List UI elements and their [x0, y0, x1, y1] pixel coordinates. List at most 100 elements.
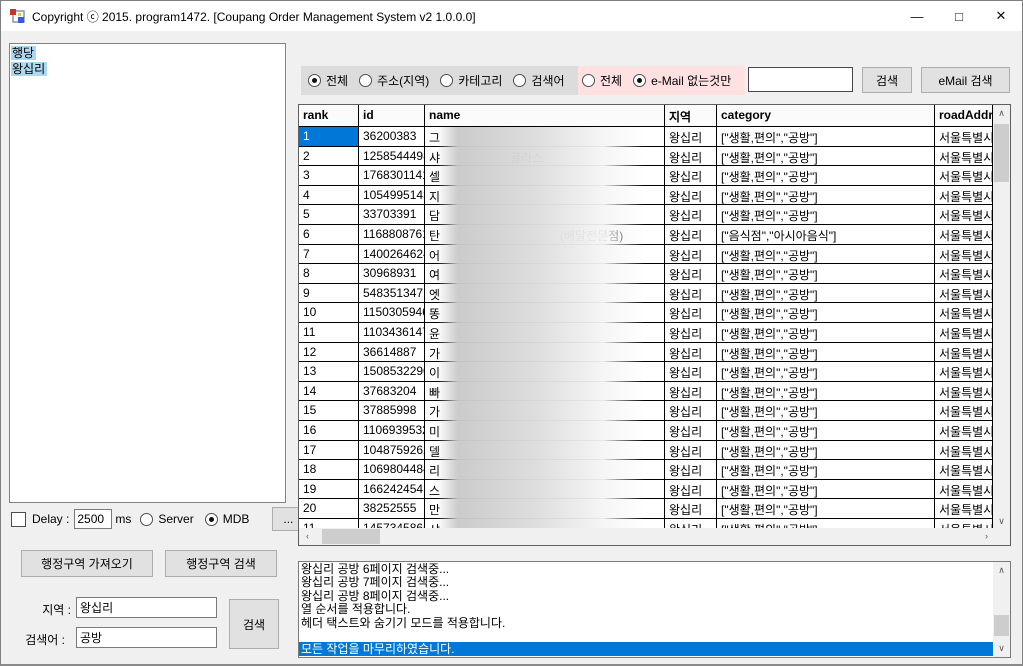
cell[interactable]: ["생활,편의","공방"]: [717, 186, 935, 205]
cell[interactable]: 서울특별시: [935, 382, 993, 401]
column-header-1[interactable]: id: [359, 105, 425, 126]
column-header-4[interactable]: category: [717, 105, 935, 126]
cell[interactable]: 서울특별시: [935, 284, 993, 303]
cell[interactable]: 서울특별시: [935, 401, 993, 420]
log-selected-line[interactable]: 모든 작업을 마무리하였습니다.: [299, 642, 993, 656]
cell[interactable]: 20: [299, 499, 359, 518]
scrollbar-thumb[interactable]: [322, 529, 380, 544]
log-line[interactable]: 열 순서를 적용합니다.: [301, 603, 1010, 616]
cell[interactable]: 왕십리: [665, 166, 717, 185]
cell[interactable]: ["생활,편의","공방"]: [717, 362, 935, 381]
cell[interactable]: 1106939532: [359, 421, 425, 440]
cell[interactable]: 1048759262: [359, 441, 425, 460]
log-vertical-scrollbar[interactable]: ∧ ∨: [993, 562, 1010, 657]
cell[interactable]: ["생활,편의","공방"]: [717, 303, 935, 322]
cell[interactable]: 왕십리: [665, 499, 717, 518]
cell[interactable]: 서울특별시: [935, 303, 993, 322]
cell[interactable]: 1150305946: [359, 303, 425, 322]
delay-input[interactable]: [74, 509, 112, 529]
cell[interactable]: 2: [299, 147, 359, 166]
cell[interactable]: 서울특별시: [935, 480, 993, 499]
cell[interactable]: 30968931: [359, 264, 425, 283]
cell[interactable]: 11: [299, 323, 359, 342]
list-item[interactable]: 행당: [11, 45, 284, 61]
cell[interactable]: ["생활,편의","공방"]: [717, 421, 935, 440]
cell[interactable]: 548351347: [359, 284, 425, 303]
cell[interactable]: ["생활,편의","공방"]: [717, 264, 935, 283]
cell[interactable]: 37885998: [359, 401, 425, 420]
column-header-0[interactable]: rank: [299, 105, 359, 126]
cell[interactable]: 서울특별시: [935, 225, 993, 244]
log-line[interactable]: 왕십리 공방 7페이지 검색중...: [301, 576, 1010, 589]
cell[interactable]: 서울특별시: [935, 441, 993, 460]
cell[interactable]: ["생활,편의","공방"]: [717, 460, 935, 479]
cell[interactable]: 9: [299, 284, 359, 303]
cell[interactable]: 16: [299, 421, 359, 440]
cell[interactable]: 왕십리: [665, 284, 717, 303]
cell[interactable]: 서울특별시: [935, 362, 993, 381]
cell[interactable]: 왕십리: [665, 480, 717, 499]
cell[interactable]: ["생활,편의","공방"]: [717, 499, 935, 518]
filter-search-button[interactable]: 검색: [862, 67, 912, 93]
region-input[interactable]: [76, 597, 217, 618]
cell[interactable]: 19: [299, 480, 359, 499]
cell[interactable]: 36614887: [359, 343, 425, 362]
scroll-left-icon[interactable]: ‹: [299, 528, 316, 545]
cell[interactable]: ["생활,편의","공방"]: [717, 205, 935, 224]
scrollbar-thumb[interactable]: [994, 615, 1009, 636]
column-header-2[interactable]: name: [425, 105, 665, 126]
cell[interactable]: 1400264624: [359, 245, 425, 264]
cell[interactable]: 1103436147: [359, 323, 425, 342]
list-item[interactable]: 왕십리: [11, 61, 284, 77]
cell[interactable]: ["생활,편의","공방"]: [717, 480, 935, 499]
scope-radio-option[interactable]: 카테고리: [440, 72, 502, 89]
cell[interactable]: 왕십리: [665, 323, 717, 342]
cell[interactable]: 1054995143: [359, 186, 425, 205]
cell[interactable]: 33703391: [359, 205, 425, 224]
cell[interactable]: ["생활,편의","공방"]: [717, 323, 935, 342]
cell[interactable]: 1662424541: [359, 480, 425, 499]
scope-radio-option[interactable]: 전체: [308, 72, 348, 89]
cell[interactable]: 서울특별시: [935, 499, 993, 518]
grid-vertical-scrollbar[interactable]: ∧ ∨: [993, 105, 1010, 530]
log-line[interactable]: 왕십리 공방 8페이지 검색중...: [301, 590, 1010, 603]
grid-horizontal-scrollbar[interactable]: ‹ ›: [299, 528, 995, 545]
cell[interactable]: ["생활,편의","공방"]: [717, 441, 935, 460]
cell[interactable]: 서울특별시: [935, 323, 993, 342]
region-listbox[interactable]: 행당왕십리: [9, 43, 286, 503]
cell[interactable]: 왕십리: [665, 264, 717, 283]
cell[interactable]: 서울특별시: [935, 166, 993, 185]
fetch-regions-button[interactable]: 행정구역 가져오기: [21, 550, 153, 577]
cell[interactable]: 17: [299, 441, 359, 460]
cell[interactable]: 5: [299, 205, 359, 224]
cell[interactable]: 왕십리: [665, 127, 717, 146]
scroll-up-icon[interactable]: ∧: [993, 562, 1010, 579]
cell[interactable]: 서울특별시: [935, 205, 993, 224]
cell[interactable]: 1069804484: [359, 460, 425, 479]
maximize-button[interactable]: □: [938, 1, 980, 31]
scrollbar-thumb[interactable]: [994, 124, 1009, 182]
cell[interactable]: 1508532290: [359, 362, 425, 381]
cell[interactable]: 서울특별시: [935, 245, 993, 264]
filter-search-input[interactable]: [748, 67, 853, 92]
scope-radio-option[interactable]: 주소(지역): [359, 72, 429, 89]
cell[interactable]: 15: [299, 401, 359, 420]
cell[interactable]: ["생활,편의","공방"]: [717, 382, 935, 401]
cell[interactable]: 왕십리: [665, 343, 717, 362]
cell[interactable]: 1: [299, 127, 359, 146]
search-regions-button[interactable]: 행정구역 검색: [165, 550, 277, 577]
log-line[interactable]: 헤더 택스트와 숨기기 모드를 적용합니다.: [301, 617, 1010, 630]
scroll-down-icon[interactable]: ∨: [993, 640, 1010, 657]
close-button[interactable]: ✕: [980, 1, 1022, 31]
keyword-input[interactable]: [76, 627, 217, 648]
cell[interactable]: ["음식점","아시아음식"]: [717, 225, 935, 244]
cell[interactable]: 서울특별시: [935, 421, 993, 440]
cell[interactable]: 서울특별시: [935, 127, 993, 146]
cell[interactable]: 왕십리: [665, 303, 717, 322]
cell[interactable]: 6: [299, 225, 359, 244]
cell[interactable]: 왕십리: [665, 382, 717, 401]
scroll-up-icon[interactable]: ∧: [993, 105, 1010, 122]
source-radio-option[interactable]: Server: [140, 512, 193, 526]
cell[interactable]: 38252555: [359, 499, 425, 518]
cell[interactable]: 1768301141: [359, 166, 425, 185]
